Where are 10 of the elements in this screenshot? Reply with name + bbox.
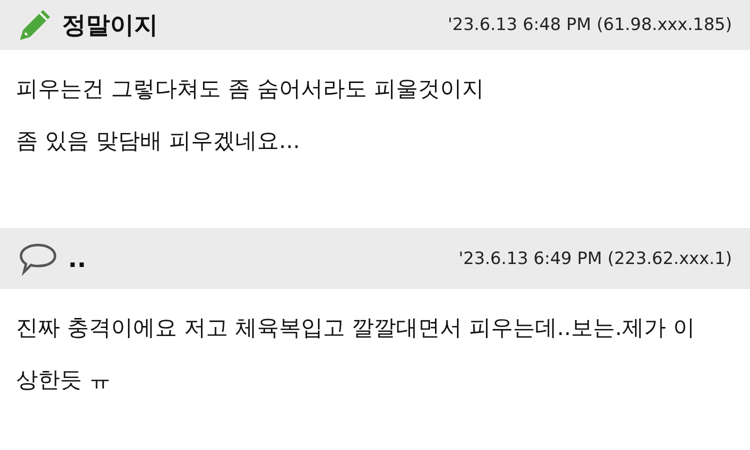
comment-text: 진짜 충격이에요 저고 체육복입고 깔깔대면서 피우는데..보는.제가 이 bbox=[16, 315, 696, 343]
comment-text: 피우는건 그렇다쳐도 좀 숨어서라도 피울것이지 bbox=[16, 76, 485, 104]
comment-text: 상한듯 ㅠ bbox=[16, 367, 112, 395]
author-name: .. bbox=[68, 244, 86, 272]
speech-bubble-icon bbox=[18, 242, 58, 276]
comment-meta: '23.6.13 6:48 PM (61.98.xxx.185) bbox=[448, 15, 732, 35]
comment-meta: '23.6.13 6:49 PM (223.62.xxx.1) bbox=[458, 248, 732, 268]
comment-text: 좀 있음 맞담배 피우겠네요... bbox=[16, 128, 301, 156]
pencil-icon bbox=[18, 8, 52, 42]
author-name: 정말이지 bbox=[62, 10, 158, 41]
